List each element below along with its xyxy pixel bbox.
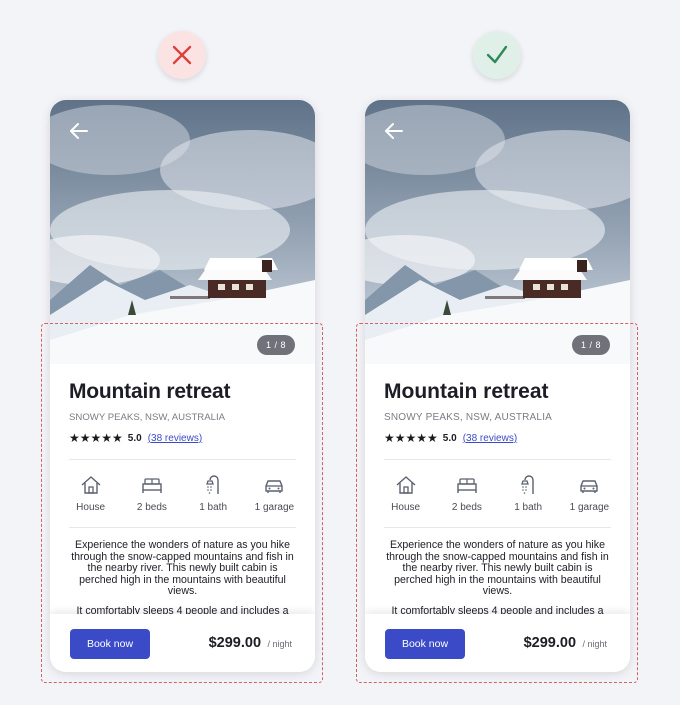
highlight-outline-incorrect — [41, 323, 323, 683]
back-arrow-icon[interactable] — [383, 120, 405, 142]
highlight-outline-correct — [356, 323, 638, 683]
correct-badge — [473, 31, 521, 79]
cross-icon — [172, 45, 192, 65]
incorrect-badge — [158, 31, 206, 79]
check-icon — [486, 45, 508, 64]
back-arrow-icon[interactable] — [68, 120, 90, 142]
